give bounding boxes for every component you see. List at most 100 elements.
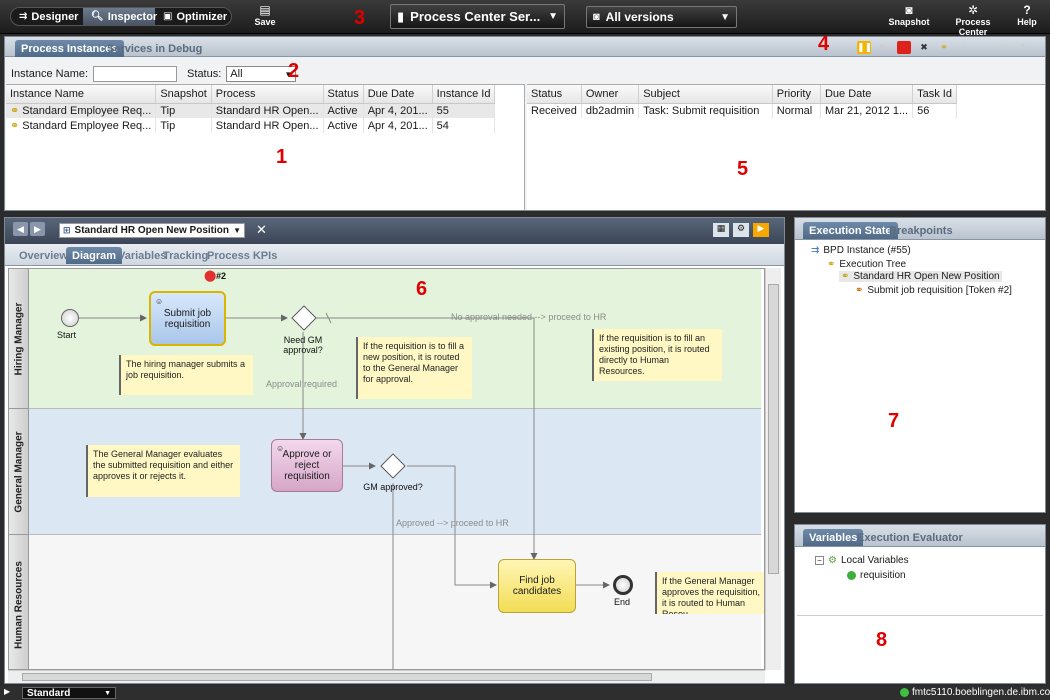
table-row[interactable]: ⚭ Standard Employee Req... Tip Standard … — [6, 103, 496, 118]
step-over-icon[interactable]: ⊳ — [997, 41, 1011, 54]
suspend-icon[interactable]: ❚❚ — [857, 41, 872, 54]
col-due-date[interactable]: Due Date — [363, 85, 433, 104]
diagram-vertical-scrollbar[interactable] — [765, 268, 781, 670]
play-icon[interactable]: ▶ — [753, 223, 769, 237]
instance-name-label: Instance Name: — [11, 68, 89, 80]
connection-status-icon — [900, 688, 909, 697]
forward-icon[interactable]: ▶ — [30, 222, 45, 236]
designer-icon: ⇉ — [19, 11, 28, 22]
designer-mode-button[interactable]: ⇉ Designer — [11, 8, 83, 25]
variables-tabstrip: Variables Execution Evaluator — [795, 525, 1045, 547]
instance-id-cell: 54 — [432, 118, 496, 133]
col-snapshot[interactable]: Snapshot — [155, 85, 212, 104]
instance-name-text: Standard Employee Req... — [22, 120, 152, 132]
instances-tabstrip: Process Instances Services in Debug ❚❚ ▶… — [5, 37, 1045, 57]
scrollbar-thumb[interactable] — [768, 284, 779, 574]
collapse-icon[interactable]: − — [815, 556, 824, 565]
back-icon[interactable]: ◀ — [13, 222, 28, 236]
tab-overview[interactable]: Overview — [13, 247, 74, 264]
task-find-candidates[interactable]: Find job candidates — [498, 559, 576, 613]
table-row[interactable]: ⚭ Standard Employee Req... Tip Standard … — [6, 118, 496, 133]
table-row[interactable]: Received db2admin Task: Submit requisiti… — [527, 103, 957, 118]
tab-process-kpis[interactable]: Process KPIs — [201, 247, 283, 264]
process-selector-label: Standard HR Open New Position — [74, 225, 230, 236]
diagram-header: ◀ ▶ ⊞ Standard HR Open New Position ▼ ✕ … — [5, 218, 784, 244]
task-label: Approve or reject requisition — [282, 449, 332, 482]
optimizer-mode-button[interactable]: ▣ Optimizer — [155, 8, 231, 25]
status-filter-value: All — [230, 68, 243, 80]
refresh-icon[interactable]: ↻ — [1017, 41, 1031, 54]
due-date-cell: Apr 4, 201... — [363, 118, 433, 133]
process-center-button[interactable]: ✲ Process Center — [940, 4, 1006, 38]
chart-icon[interactable]: ▦ — [713, 223, 729, 237]
user-task-icon: ☺ — [155, 297, 164, 306]
step-down-icon[interactable]: ↓ — [977, 41, 991, 54]
col-priority[interactable]: Priority — [772, 85, 821, 104]
inspector-mode-label: Inspector — [107, 10, 158, 23]
instance-name-cell: ⚭ Standard Employee Req... — [6, 103, 157, 118]
col-task-id[interactable]: Task Id — [912, 85, 957, 104]
inspector-mode-button[interactable]: 🔍︎ Inspector — [83, 8, 158, 25]
tree-item-bpd-instance[interactable]: ⇉ BPD Instance (#55) — [811, 245, 911, 256]
profile-selector[interactable]: Standard ▼ — [22, 687, 116, 699]
instance-name-input[interactable] — [93, 66, 178, 82]
start-event[interactable] — [61, 309, 79, 327]
resume-icon[interactable]: ▶ — [877, 41, 891, 54]
tree-item-execution-tree[interactable]: ⚭ Execution Tree — [827, 259, 906, 270]
process-cell: Standard HR Open... — [211, 118, 324, 133]
col-instance-id[interactable]: Instance Id — [432, 85, 496, 104]
task-submit-requisition[interactable]: ☺ Submit job requisition — [149, 291, 226, 346]
tree-item-requisition[interactable]: requisition — [847, 570, 906, 581]
gateway-label: GM approved? — [363, 482, 423, 492]
versions-dropdown[interactable]: ◙ All versions ▼ — [586, 6, 737, 28]
tab-services-in-debug[interactable]: Services in Debug — [101, 40, 208, 57]
note-hm-submits: The hiring manager submits a job requisi… — [119, 355, 253, 395]
tree-item-process[interactable]: ⚭ Standard HR Open New Position — [839, 271, 1002, 282]
stop-icon[interactable] — [897, 41, 911, 54]
tree-item-token[interactable]: ⚭ Submit job requisition [Token #2] — [855, 285, 1012, 296]
snapshot-button[interactable]: ◙ Snapshot — [888, 4, 930, 28]
help-button[interactable]: ? Help — [1014, 4, 1040, 28]
process-center-label: Process Center — [955, 17, 991, 37]
tree-item-local-variables[interactable]: − ⚙ Local Variables — [815, 555, 909, 566]
save-icon: ▤ — [259, 3, 271, 17]
expand-icon[interactable]: ▶ — [4, 687, 10, 696]
process-selector[interactable]: ⊞ Standard HR Open New Position ▼ — [59, 223, 245, 238]
task-approve-requisition[interactable]: ☺ Approve or reject requisition — [271, 439, 343, 492]
instance-icon: ⚭ — [10, 120, 20, 132]
delete-icon[interactable]: ✖ — [917, 41, 931, 54]
server-dropdown[interactable]: ▮ Process Center Ser... ▼ — [390, 4, 565, 29]
status-filter-select[interactable]: All ▼ — [226, 66, 297, 82]
scrollbar-thumb[interactable] — [22, 673, 652, 681]
end-event[interactable] — [613, 575, 633, 595]
server-status-text: fmtc5110.boeblingen.de.ibm.com — [912, 687, 1050, 698]
diagram-canvas[interactable]: Hiring Manager General Manager Human Res… — [8, 268, 765, 670]
chevron-down-icon[interactable]: ▼ — [720, 12, 730, 23]
close-icon[interactable]: ✕ — [256, 222, 267, 238]
variable-detail-area — [797, 615, 1043, 681]
col-process[interactable]: Process — [211, 85, 324, 104]
col-instance-name[interactable]: Instance Name — [6, 85, 157, 104]
tab-breakpoints[interactable]: Breakpoints — [883, 222, 959, 239]
diagram-horizontal-scrollbar[interactable] — [8, 670, 765, 683]
tasks-table-header: Status Owner Subject Priority Due Date T… — [527, 85, 957, 104]
variable-icon — [847, 571, 856, 580]
gateway-label: Need GM approval? — [283, 335, 323, 355]
top-toolbar: ⇉ Designer 🔍︎ Inspector ▣ Optimizer ▤ Sa… — [0, 0, 1050, 38]
note-gm-evaluates: The General Manager evaluates the submit… — [86, 445, 240, 497]
col-owner[interactable]: Owner — [581, 85, 640, 104]
col-status[interactable]: Status — [323, 85, 364, 104]
settings-icon[interactable]: ⚙ — [733, 223, 749, 237]
save-button[interactable]: ▤ Save — [252, 3, 278, 28]
token-marker-icon: ⬤ — [204, 270, 217, 282]
col-task-status[interactable]: Status — [527, 85, 582, 104]
tab-execution-evaluator[interactable]: Execution Evaluator — [851, 529, 969, 546]
instances-table-area: Instance Name Snapshot Process Status Du… — [6, 84, 525, 210]
link-icon[interactable]: ⚭ — [937, 41, 951, 54]
process-cell: Standard HR Open... — [211, 103, 324, 118]
snapshot-cell: Tip — [155, 103, 212, 118]
step-up-icon[interactable]: ↑ — [957, 41, 971, 54]
col-subject[interactable]: Subject — [638, 85, 773, 104]
diagram-tabstrip: Overview Diagram Variables Tracking Proc… — [5, 244, 784, 266]
col-task-due-date[interactable]: Due Date — [820, 85, 914, 104]
